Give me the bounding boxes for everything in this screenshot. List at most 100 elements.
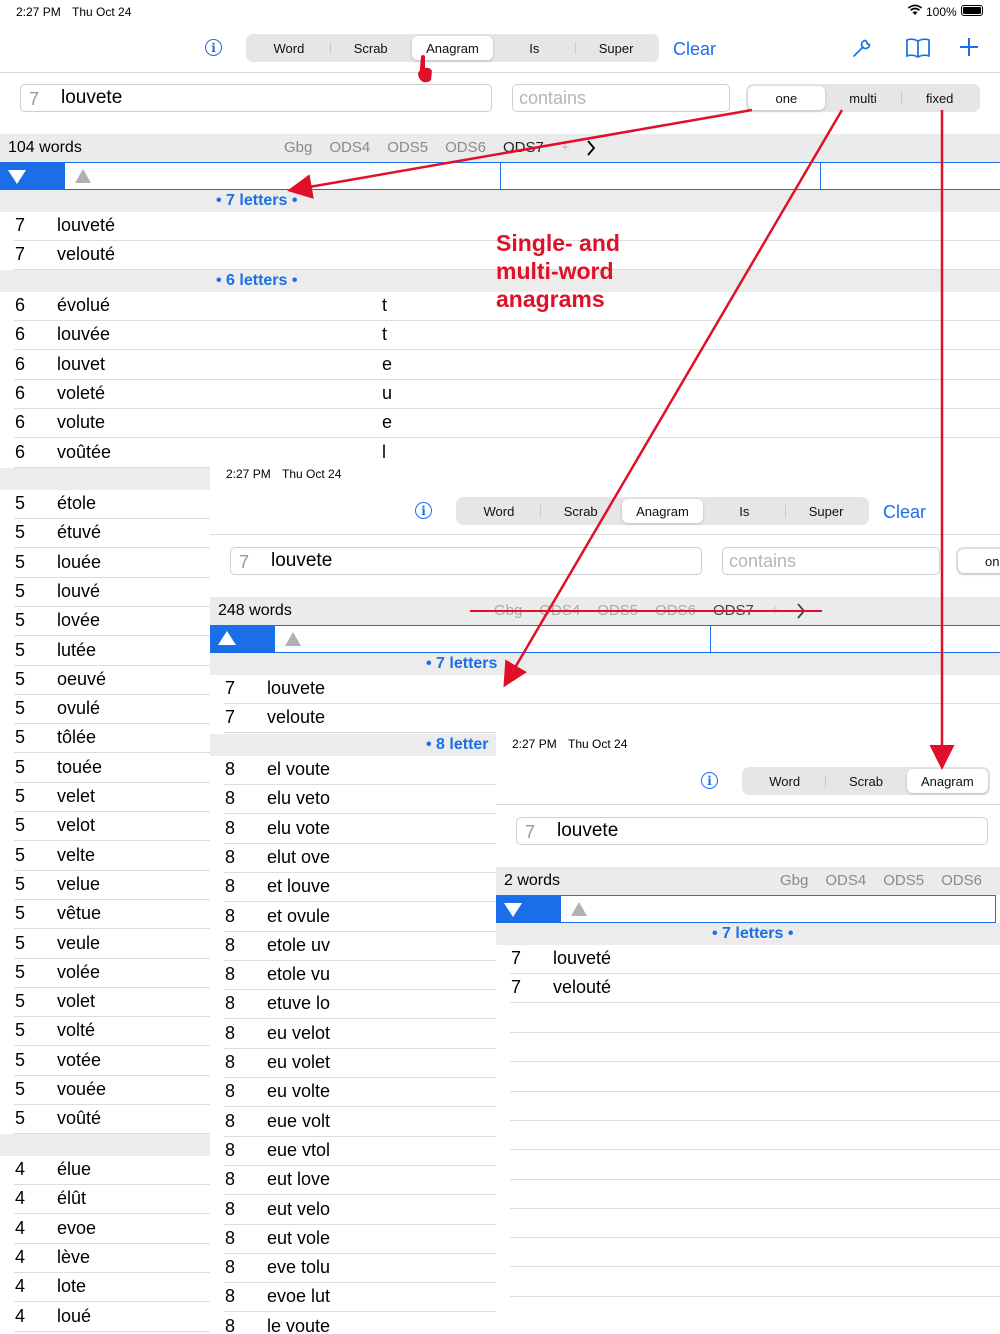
word-input-value: louvete xyxy=(271,550,333,571)
length-label: 7 xyxy=(525,822,536,842)
sort-bar xyxy=(496,895,996,923)
segment-is[interactable]: Is xyxy=(703,499,785,523)
word-row[interactable]: 6 louvée t xyxy=(0,321,1000,351)
clear-button[interactable]: Clear xyxy=(883,502,926,523)
chevron-right-icon[interactable] xyxy=(586,140,596,161)
segment-one[interactable]: one xyxy=(748,86,825,110)
word-length: 8 xyxy=(225,1139,236,1160)
word-row[interactable]: 7 louveté xyxy=(496,945,1000,974)
contains-placeholder: contains xyxy=(729,551,797,571)
dict-gbg[interactable]: Gbg xyxy=(284,139,312,156)
triangle-up-icon[interactable] xyxy=(570,901,588,917)
word-text: evoe lut xyxy=(267,1286,331,1307)
dict-gbg[interactable]: Gbg xyxy=(780,872,808,889)
dict-ods6[interactable]: ODS6 xyxy=(941,872,982,889)
word-length: 7 xyxy=(511,948,522,968)
segment-scrab[interactable]: Scrab xyxy=(329,36,412,60)
segment-word[interactable]: Word xyxy=(458,499,540,523)
triangle-up-icon[interactable] xyxy=(284,631,302,647)
word-length: 6 xyxy=(15,412,26,433)
add-icon[interactable] xyxy=(959,37,979,62)
word-row[interactable]: 7 louvete xyxy=(210,675,1000,704)
word-row[interactable]: 6 louvet e xyxy=(0,351,1000,380)
word-row[interactable]: 6 voleté u xyxy=(0,380,1000,409)
info-icon[interactable]: i xyxy=(701,772,718,789)
dict-ods5[interactable]: ODS5 xyxy=(387,139,428,156)
word-length: 8 xyxy=(225,993,236,1014)
segment-is[interactable]: Is xyxy=(493,36,575,60)
contains-input[interactable]: contains xyxy=(512,84,730,112)
info-icon[interactable]: i xyxy=(205,39,222,56)
segment-anagram[interactable]: Anagram xyxy=(621,499,704,523)
word-input[interactable]: 7 louvete xyxy=(230,547,702,575)
word-text: elu vote xyxy=(267,817,331,838)
info-icon[interactable]: i xyxy=(415,502,432,519)
word-text: louveté xyxy=(57,215,116,235)
dict-ods4[interactable]: ODS4 xyxy=(825,872,866,889)
contains-input[interactable]: contains xyxy=(722,547,940,575)
extra-letter: u xyxy=(382,382,393,403)
word-text: ovulé xyxy=(57,698,101,719)
word-text: eu velot xyxy=(267,1022,331,1043)
section-header-label: • 7 letters • xyxy=(216,192,298,209)
word-row[interactable]: 7 veloute xyxy=(210,704,1000,734)
word-text: louée xyxy=(57,551,102,572)
search-mode-segmented-control: Word Scrab Anagram Is Super xyxy=(456,497,869,525)
segment-one[interactable]: on xyxy=(958,549,1000,573)
word-text: élût xyxy=(57,1188,87,1209)
sort-descending-button[interactable] xyxy=(0,163,65,189)
segment-super[interactable]: Super xyxy=(785,499,867,523)
segment-fixed[interactable]: fixed xyxy=(901,86,978,110)
status-time: 2:27 PM xyxy=(512,737,557,751)
word-text: etole uv xyxy=(267,934,331,955)
clear-button[interactable]: Clear xyxy=(673,39,716,60)
segment-scrab[interactable]: Scrab xyxy=(539,499,622,523)
word-length: 8 xyxy=(225,905,236,926)
status-bar: 2:27 PM Thu Oct 24 xyxy=(210,462,1000,484)
segment-anagram[interactable]: Anagram xyxy=(906,769,988,793)
word-length: 5 xyxy=(15,903,26,924)
status-time: 2:27 PM xyxy=(16,5,61,19)
word-row[interactable]: 6 volute e xyxy=(0,409,1000,439)
dictionary-list: Gbg ODS4 ODS5 ODS6 ODS7 + xyxy=(284,139,570,156)
segment-word[interactable]: Word xyxy=(248,36,330,60)
word-length: 8 xyxy=(225,1315,236,1334)
word-text: tôlée xyxy=(57,727,97,748)
segment-word[interactable]: Word xyxy=(744,769,825,793)
section-header-label: • 8 letter xyxy=(426,736,489,753)
book-icon[interactable] xyxy=(905,37,931,64)
wrench-icon[interactable] xyxy=(850,36,874,65)
dict-ods6[interactable]: ODS6 xyxy=(445,139,486,156)
dict-ods4[interactable]: ODS4 xyxy=(329,139,370,156)
annotation-label: Single- and multi-word anagrams xyxy=(496,230,620,312)
sort-descending-button[interactable] xyxy=(496,896,561,922)
word-input[interactable]: 7 louvete xyxy=(516,817,988,845)
word-text: eut vole xyxy=(267,1227,331,1248)
word-length: 5 xyxy=(15,610,26,631)
dict-ods7[interactable]: ODS7 xyxy=(503,139,544,156)
triangle-down-icon xyxy=(8,170,26,184)
word-length: 6 xyxy=(15,353,26,374)
word-row[interactable]: 7 velouté xyxy=(496,974,1000,1004)
word-input[interactable]: 7 louvete xyxy=(20,84,492,112)
segment-multi[interactable]: multi xyxy=(825,86,902,110)
dict-add[interactable]: + xyxy=(561,139,570,156)
word-text: eu volet xyxy=(267,1052,331,1072)
results-bar: 248 words Gbg ODS4 ODS5 ODS6 ODS7 + xyxy=(210,597,1000,625)
status-time: 2:27 PM xyxy=(226,467,271,481)
chevron-right-icon[interactable] xyxy=(796,603,806,624)
triangle-up-icon[interactable] xyxy=(74,168,92,184)
segment-scrab[interactable]: Scrab xyxy=(825,769,906,793)
empty-row-divider xyxy=(510,1149,1000,1151)
sort-ascending-button[interactable] xyxy=(210,626,275,652)
word-text: eu volte xyxy=(267,1081,331,1102)
dict-ods5[interactable]: ODS5 xyxy=(883,872,924,889)
extra-letter: t xyxy=(382,324,388,345)
extra-letter: e xyxy=(382,412,393,433)
segment-super[interactable]: Super xyxy=(575,36,657,60)
word-text: voûté xyxy=(57,1108,102,1129)
word-text: le voute xyxy=(267,1315,331,1334)
word-text: velouté xyxy=(553,977,612,998)
section-header: • 7 letters • xyxy=(496,923,1000,945)
word-length: 5 xyxy=(15,639,26,660)
